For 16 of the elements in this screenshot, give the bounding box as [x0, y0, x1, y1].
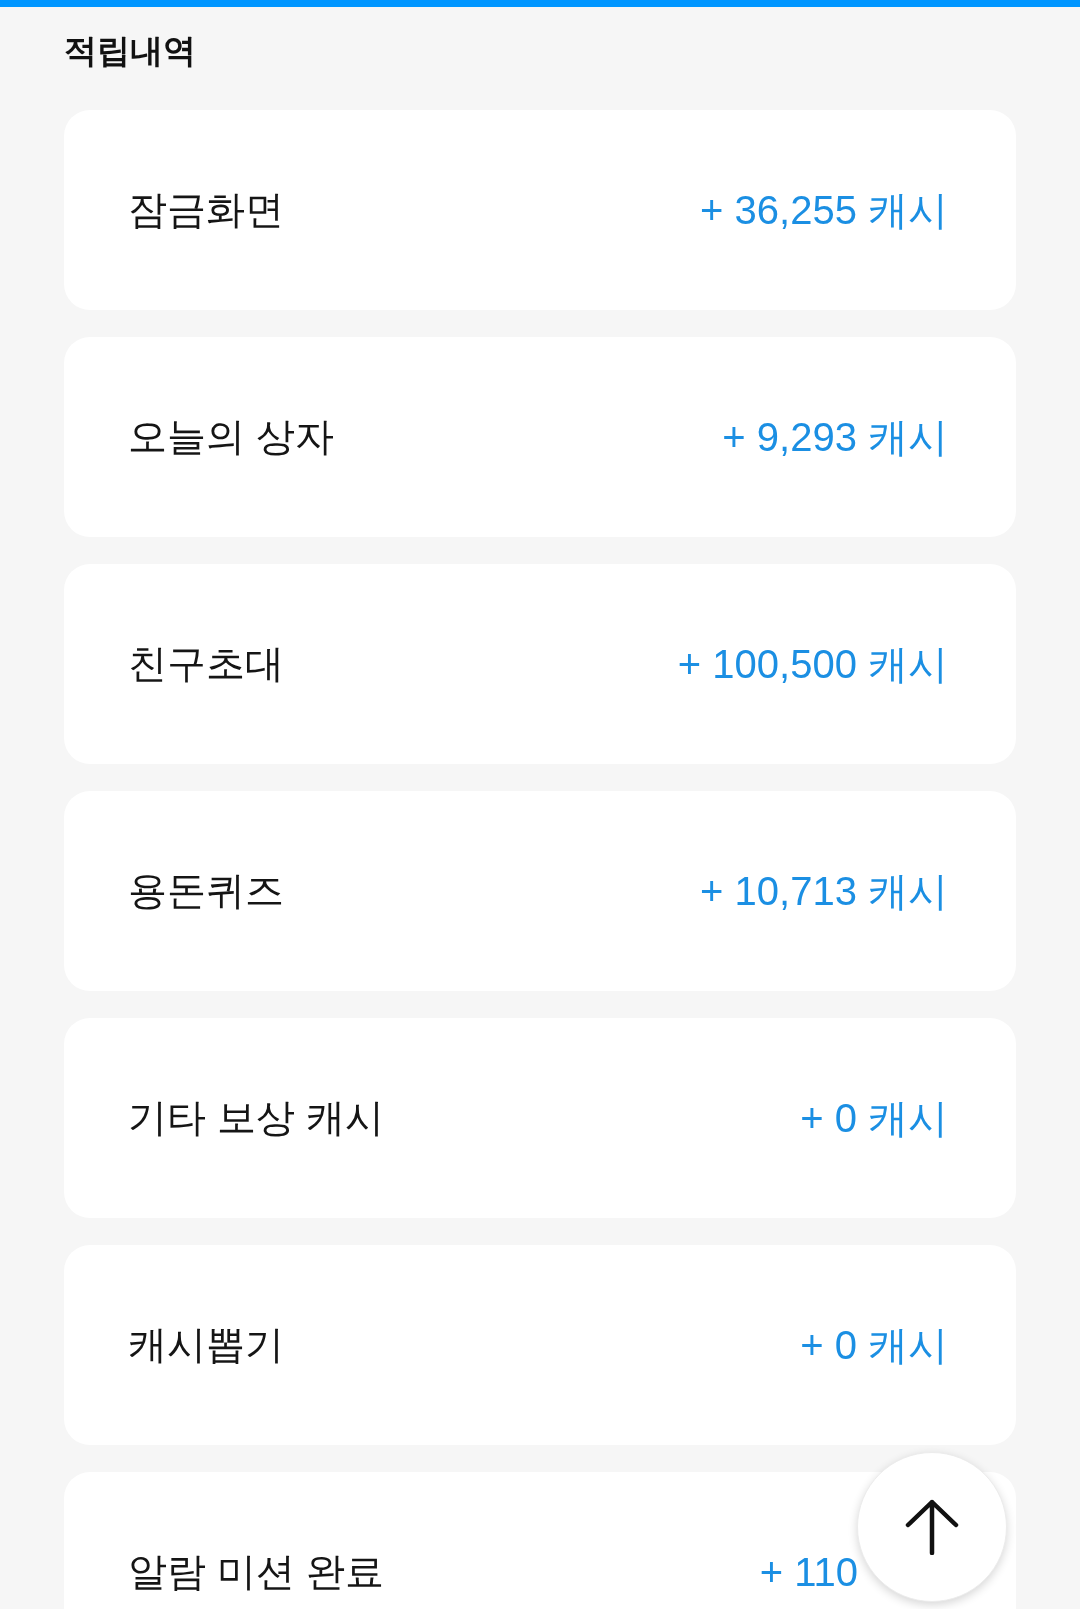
section-title: 적립내역 — [64, 31, 196, 71]
reward-label: 기타 보상 캐시 — [128, 1095, 384, 1141]
reward-label: 오늘의 상자 — [128, 414, 334, 460]
reward-amount: + 0 캐시 — [800, 1095, 948, 1142]
reward-label: 친구초대 — [128, 641, 284, 687]
reward-amount: + 0 캐시 — [800, 1322, 948, 1369]
reward-label: 잠금화면 — [128, 187, 284, 233]
reward-amount: + 100,500 캐시 — [677, 641, 948, 688]
reward-amount: + 10,713 캐시 — [700, 868, 948, 915]
reward-amount: + 9,293 캐시 — [722, 414, 948, 461]
reward-label: 알람 미션 완료 — [128, 1549, 384, 1595]
reward-label: 용돈퀴즈 — [128, 868, 284, 914]
arrow-up-icon — [905, 1499, 959, 1555]
reward-label: 캐시뽑기 — [128, 1322, 284, 1368]
reward-amount: + 36,255 캐시 — [700, 187, 948, 234]
reward-amount: + 110 — [759, 1549, 858, 1596]
